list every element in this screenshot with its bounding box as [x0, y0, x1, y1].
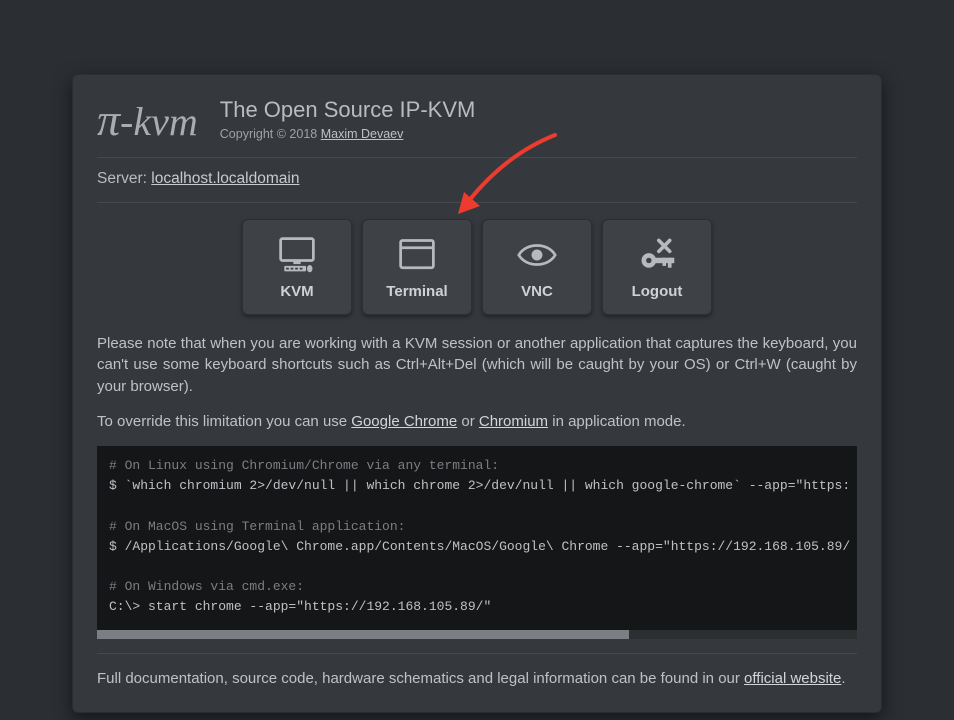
code-line: C:\> start chrome --app="https://192.168… — [109, 599, 491, 614]
logout-label: Logout — [632, 283, 683, 300]
scrollbar-thumb[interactable] — [97, 630, 629, 639]
server-label: Server: — [97, 170, 151, 187]
code-comment: # On MacOS using Terminal application: — [109, 519, 405, 534]
kvm-label: KVM — [280, 283, 313, 300]
footer-b: . — [841, 670, 845, 687]
monitor-icon — [275, 235, 319, 275]
note-p2-a: To override this limitation you can use — [97, 413, 351, 430]
kvm-tile[interactable]: KVM — [242, 219, 352, 315]
code-line: $ `which chromium 2>/dev/null || which c… — [109, 478, 850, 493]
divider — [97, 157, 857, 158]
logo: π-kvm — [97, 95, 198, 143]
chromium-link[interactable]: Chromium — [479, 413, 548, 430]
divider — [97, 653, 857, 654]
copyright: Copyright © 2018 Maxim Devaev — [220, 127, 476, 141]
main-panel: π-kvm The Open Source IP-KVM Copyright ©… — [72, 74, 882, 713]
eye-icon — [515, 235, 559, 275]
logo-text: -kvm — [120, 99, 198, 144]
note-p2-c: in application mode. — [548, 413, 686, 430]
author-link[interactable]: Maxim Devaev — [321, 127, 404, 141]
code-scrollbar[interactable] — [97, 630, 857, 639]
vnc-label: VNC — [521, 283, 553, 300]
header-text: The Open Source IP-KVM Copyright © 2018 … — [220, 95, 476, 141]
terminal-tile[interactable]: Terminal — [362, 219, 472, 315]
logo-pi: π — [97, 94, 120, 145]
code-block[interactable]: # On Linux using Chromium/Chrome via any… — [97, 446, 857, 631]
vnc-tile[interactable]: VNC — [482, 219, 592, 315]
terminal-icon — [395, 235, 439, 275]
code-line: $ /Applications/Google\ Chrome.app/Conte… — [109, 539, 850, 554]
note-paragraph-1: Please note that when you are working wi… — [97, 333, 857, 397]
tile-row: KVM Terminal VNC — [97, 219, 857, 315]
official-website-link[interactable]: official website — [744, 670, 841, 687]
divider — [97, 202, 857, 203]
code-comment: # On Linux using Chromium/Chrome via any… — [109, 458, 499, 473]
code-comment: # On Windows via cmd.exe: — [109, 579, 304, 594]
logout-key-icon — [635, 235, 679, 275]
page-title: The Open Source IP-KVM — [220, 97, 476, 123]
footer-a: Full documentation, source code, hardwar… — [97, 670, 744, 687]
terminal-label: Terminal — [386, 283, 447, 300]
server-line: Server: localhost.localdomain — [97, 170, 857, 188]
note-paragraph-2: To override this limitation you can use … — [97, 411, 857, 432]
chrome-link[interactable]: Google Chrome — [351, 413, 457, 430]
footer-paragraph: Full documentation, source code, hardwar… — [97, 668, 857, 689]
server-host-link[interactable]: localhost.localdomain — [151, 170, 299, 187]
logout-tile[interactable]: Logout — [602, 219, 712, 315]
header: π-kvm The Open Source IP-KVM Copyright ©… — [97, 95, 857, 143]
note-p2-b: or — [457, 413, 479, 430]
copyright-prefix: Copyright © 2018 — [220, 127, 321, 141]
